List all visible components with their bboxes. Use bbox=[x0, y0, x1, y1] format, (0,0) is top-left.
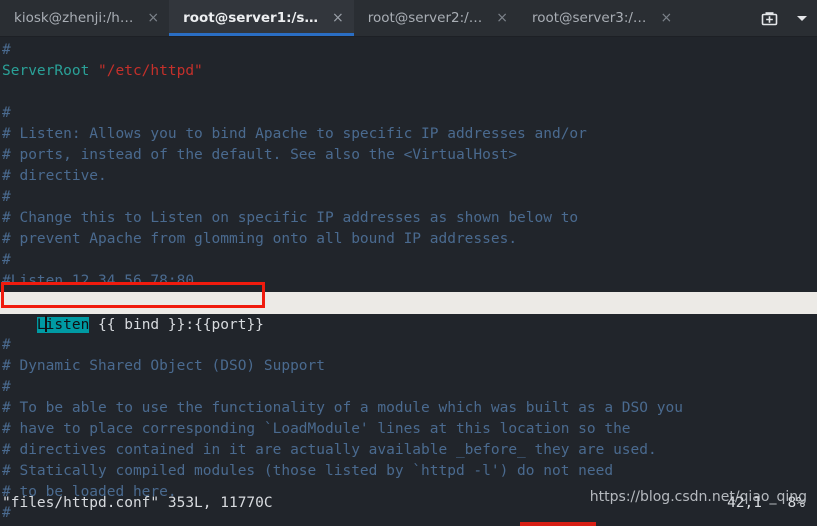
tab-title: root@server2:/… bbox=[367, 10, 483, 26]
terminal-text: # directives contained in it are actuall… bbox=[2, 442, 657, 458]
terminal-text: # directive. bbox=[2, 168, 107, 184]
terminal-line: # ports, instead of the default. See als… bbox=[0, 145, 817, 166]
terminal-text: # Dynamic Shared Object (DSO) Support bbox=[2, 358, 326, 374]
terminal-line: # bbox=[0, 250, 817, 271]
terminal-line: # Change this to Listen on specific IP a… bbox=[0, 208, 817, 229]
terminal-text: # ports, instead of the default. See als… bbox=[2, 147, 518, 163]
terminal-text: # Statically compiled modules (those lis… bbox=[2, 463, 614, 479]
chevron-down-icon[interactable] bbox=[795, 11, 809, 25]
terminal-text: # Change this to Listen on specific IP a… bbox=[2, 210, 579, 226]
terminal-text: # bbox=[2, 105, 11, 121]
terminal-line: # bbox=[0, 335, 817, 356]
watermark-text: https://blog.csdn.net/qiao_qing bbox=[589, 489, 807, 505]
terminal-line: # bbox=[0, 377, 817, 398]
text-cursor bbox=[44, 316, 47, 332]
terminal-line: ServerRoot "/etc/httpd" bbox=[0, 61, 817, 82]
edited-config-line[interactable]: Listen {{ bind }}:{{port}} bbox=[0, 292, 817, 333]
terminal-tab-3[interactable]: root@server2:/… × bbox=[354, 0, 518, 36]
tab-title: root@server3:/… bbox=[531, 10, 647, 26]
tab-bar-spacer bbox=[682, 0, 760, 36]
terminal-line: # bbox=[0, 187, 817, 208]
tab-list: kiosk@zhenji:/h… × root@server1:/s… × root@s… bbox=[0, 0, 682, 36]
terminal-text: # prevent Apache from glomming onto all … bbox=[2, 231, 518, 247]
terminal-text: # Listen: Allows you to bind Apache to s… bbox=[2, 126, 587, 142]
bottom-red-marker bbox=[520, 522, 596, 526]
terminal-text: # bbox=[2, 42, 11, 58]
terminal-line: # Listen: Allows you to bind Apache to s… bbox=[0, 124, 817, 145]
terminal-tab-2[interactable]: root@server1:/s… × bbox=[169, 0, 354, 36]
terminal-line: # bbox=[0, 103, 817, 124]
tab-title: root@server1:/s… bbox=[183, 10, 318, 26]
terminal-line: # prevent Apache from glomming onto all … bbox=[0, 229, 817, 250]
terminal-line: #Listen 12.34.56.78:80 bbox=[0, 271, 817, 292]
tab-bar-actions bbox=[760, 0, 817, 36]
new-tab-icon[interactable] bbox=[760, 9, 779, 28]
active-tab-indicator bbox=[169, 33, 354, 36]
terminal-text: "/etc/httpd" bbox=[98, 63, 203, 79]
terminal-line: # To be able to use the functionality of… bbox=[0, 398, 817, 419]
close-icon[interactable]: × bbox=[332, 11, 344, 25]
terminal-line: # directives contained in it are actuall… bbox=[0, 440, 817, 461]
terminal-tab-4[interactable]: root@server3:/… × bbox=[518, 0, 682, 36]
close-icon[interactable]: × bbox=[147, 11, 159, 25]
tab-title: kiosk@zhenji:/h… bbox=[14, 10, 134, 26]
terminal-text: # have to place corresponding `LoadModul… bbox=[2, 421, 631, 437]
terminal-text: # bbox=[2, 189, 11, 205]
terminal-text: #Listen 12.34.56.78:80 bbox=[2, 273, 195, 289]
terminal-screen[interactable]: # ServerRoot "/etc/httpd" # # Listen: Allow… bbox=[0, 37, 817, 526]
terminal-line: # have to place corresponding `LoadModul… bbox=[0, 419, 817, 440]
terminal-text: # To be able to use the functionality of… bbox=[2, 400, 683, 416]
terminal-line: # Statically compiled modules (those lis… bbox=[0, 461, 817, 482]
selected-directive-listen: Listen bbox=[36, 316, 90, 333]
terminal-text: # bbox=[2, 379, 11, 395]
terminal-line: # directive. bbox=[0, 166, 817, 187]
terminal-text: # bbox=[2, 252, 11, 268]
close-icon[interactable]: × bbox=[660, 11, 672, 25]
terminal-tab-1[interactable]: kiosk@zhenji:/h… × bbox=[0, 0, 169, 36]
tab-bar: kiosk@zhenji:/h… × root@server1:/s… × root@s… bbox=[0, 0, 817, 37]
terminal-line: # bbox=[0, 40, 817, 61]
terminal-text: ServerRoot bbox=[2, 63, 99, 79]
close-icon[interactable]: × bbox=[496, 11, 508, 25]
terminal-lines-above-cursor: # ServerRoot "/etc/httpd" # # Listen: Allow… bbox=[0, 40, 817, 292]
edited-line-remainder: {{ bind }}:{{port}} bbox=[89, 317, 264, 333]
terminal-line: # Dynamic Shared Object (DSO) Support bbox=[0, 356, 817, 377]
